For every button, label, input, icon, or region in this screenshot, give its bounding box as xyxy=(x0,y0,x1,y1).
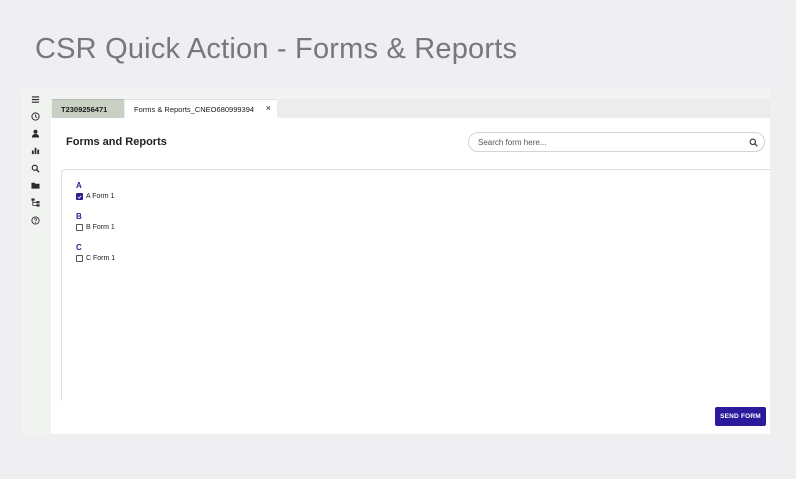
left-nav-rail xyxy=(22,89,51,434)
close-icon[interactable]: × xyxy=(266,103,271,113)
hierarchy-icon[interactable] xyxy=(30,197,40,207)
tab-forms-reports[interactable]: Forms & Reports_CNEO680999394 × xyxy=(125,99,277,118)
menu-icon[interactable] xyxy=(30,94,40,104)
checkbox[interactable] xyxy=(76,224,83,231)
bar-chart-icon[interactable] xyxy=(30,145,40,155)
tab-label: T2309256471 xyxy=(61,104,108,114)
checkbox[interactable] xyxy=(76,255,83,262)
send-form-button[interactable]: SEND FORM xyxy=(715,407,766,426)
form-item-label: C Form 1 xyxy=(86,255,116,262)
page-title: CSR Quick Action - Forms & Reports xyxy=(35,33,518,65)
help-icon[interactable] xyxy=(30,215,40,225)
form-item-b-form-1[interactable]: B Form 1 xyxy=(76,223,115,232)
forms-list-panel xyxy=(61,169,770,401)
form-item-label: A Form 1 xyxy=(86,193,115,200)
group-letter-b: B xyxy=(76,212,82,221)
form-item-c-form-1[interactable]: C Form 1 xyxy=(76,254,115,263)
tab-ticket[interactable]: T2309256471 xyxy=(52,99,124,118)
search-icon[interactable] xyxy=(749,138,758,147)
folder-icon[interactable] xyxy=(30,180,40,190)
form-item-label: B Form 1 xyxy=(86,224,115,231)
group-letter-c: C xyxy=(76,243,82,252)
tab-label: Forms & Reports_CNEO680999394 xyxy=(134,104,255,114)
group-letter-a: A xyxy=(76,181,82,190)
search-field[interactable] xyxy=(468,132,765,152)
form-item-a-form-1[interactable]: A Form 1 xyxy=(76,192,114,201)
history-icon[interactable] xyxy=(30,111,40,121)
section-title: Forms and Reports xyxy=(66,136,167,148)
top-strip xyxy=(51,89,770,99)
user-icon[interactable] xyxy=(30,128,40,138)
search-input[interactable] xyxy=(478,136,738,149)
checkbox-checked[interactable] xyxy=(76,193,83,200)
search-icon[interactable] xyxy=(30,163,40,173)
